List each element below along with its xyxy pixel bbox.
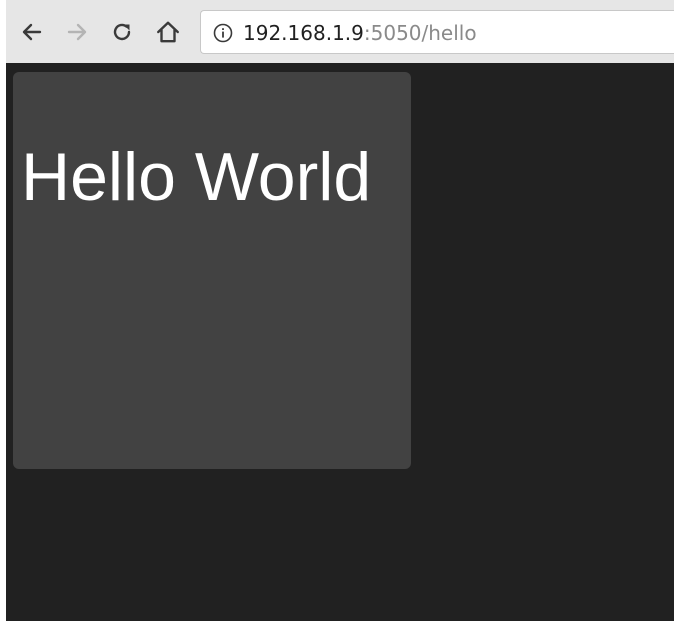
home-icon — [157, 21, 179, 43]
reload-button[interactable] — [108, 18, 136, 46]
hello-card: Hello World — [13, 72, 411, 469]
url-text[interactable]: 192.168.1.9:5050/hello — [243, 21, 477, 45]
home-button[interactable] — [154, 18, 182, 46]
forward-button[interactable] — [63, 18, 91, 46]
card-title: Hello World — [21, 139, 372, 215]
arrow-left-icon — [22, 23, 42, 41]
arrow-right-icon — [67, 23, 87, 41]
url-path: :5050/hello — [363, 21, 477, 45]
browser-toolbar: 192.168.1.9:5050/hello — [6, 0, 674, 63]
reload-icon — [113, 23, 131, 41]
url-host: 192.168.1.9 — [243, 21, 364, 45]
address-bar[interactable]: 192.168.1.9:5050/hello — [200, 10, 674, 54]
page-viewport: Hello World — [6, 63, 674, 621]
info-icon[interactable] — [213, 23, 233, 43]
back-button[interactable] — [18, 18, 46, 46]
browser-window: 192.168.1.9:5050/hello Hello World — [6, 0, 674, 621]
